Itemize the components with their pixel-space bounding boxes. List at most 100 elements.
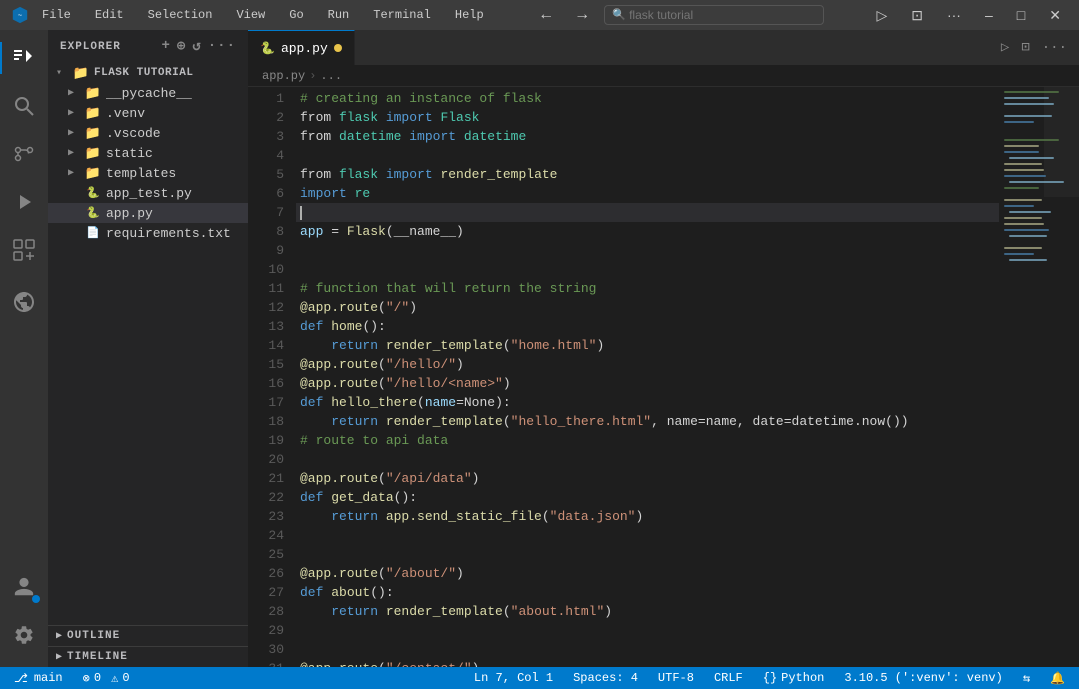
minimize-button[interactable]: – — [977, 5, 1001, 25]
code-line-13[interactable]: def home(): — [296, 317, 999, 336]
code-line-28[interactable]: return render_template("about.html") — [296, 602, 999, 621]
cursor-position[interactable]: Ln 7, Col 1 — [470, 671, 557, 685]
spaces-label: Spaces: 4 — [573, 671, 638, 685]
code-line-26[interactable]: @app.route("/about/") — [296, 564, 999, 583]
indentation[interactable]: Spaces: 4 — [569, 671, 642, 685]
code-line-20[interactable] — [296, 450, 999, 469]
menu-run[interactable]: Run — [324, 6, 354, 24]
line-number-27: 27 — [248, 583, 284, 602]
nav-forward-button[interactable]: → — [568, 4, 596, 26]
templates-chevron: ▶ — [68, 167, 84, 179]
line-ending[interactable]: CRLF — [710, 671, 747, 685]
code-line-17[interactable]: def hello_there(name=None): — [296, 393, 999, 412]
file-app-test[interactable]: ▶ 🐍 app_test.py — [48, 183, 248, 203]
code-line-15[interactable]: @app.route("/hello/") — [296, 355, 999, 374]
line-number-12: 12 — [248, 298, 284, 317]
more-editor-icon[interactable]: ··· — [1038, 38, 1071, 58]
code-line-3[interactable]: from datetime import datetime — [296, 127, 999, 146]
folder-venv[interactable]: ▶ 📁 .venv — [48, 103, 248, 123]
maximize-button[interactable]: □ — [1009, 5, 1033, 25]
tab-app-py[interactable]: 🐍 app.py — [248, 30, 355, 65]
line-number-8: 8 — [248, 222, 284, 241]
breadcrumb-file[interactable]: app.py — [262, 69, 305, 83]
code-line-12[interactable]: @app.route("/") — [296, 298, 999, 317]
file-app-py[interactable]: ▶ 🐍 app.py — [48, 203, 248, 223]
line-number-1: 1 — [248, 89, 284, 108]
code-line-9[interactable] — [296, 241, 999, 260]
menu-terminal[interactable]: Terminal — [369, 6, 435, 24]
line-number-10: 10 — [248, 260, 284, 279]
folder-pycache[interactable]: ▶ 📁 __pycache__ — [48, 83, 248, 103]
activity-explorer-icon[interactable] — [0, 34, 48, 82]
refresh-icon[interactable]: ↺ — [192, 38, 201, 55]
menu-view[interactable]: View — [232, 6, 269, 24]
menu-help[interactable]: Help — [451, 6, 488, 24]
code-line-16[interactable]: @app.route("/hello/<name>") — [296, 374, 999, 393]
activity-run-debug-icon[interactable] — [0, 178, 48, 226]
file-requirements[interactable]: ▶ 📄 requirements.txt — [48, 223, 248, 243]
code-line-6[interactable]: import re — [296, 184, 999, 203]
status-bar-right: Ln 7, Col 1 Spaces: 4 UTF-8 CRLF {} Pyth… — [470, 671, 1069, 686]
activity-account-icon[interactable] — [0, 563, 48, 611]
code-line-24[interactable] — [296, 526, 999, 545]
activity-remote-icon[interactable] — [0, 278, 48, 326]
code-line-11[interactable]: # function that will return the string — [296, 279, 999, 298]
language-mode[interactable]: {} Python — [759, 671, 829, 685]
notifications[interactable]: 🔔 — [1046, 671, 1069, 686]
git-branch[interactable]: ⎇ main — [10, 671, 67, 686]
close-button[interactable]: ✕ — [1041, 5, 1069, 26]
errors-warnings[interactable]: ⊗ 0 ⚠ 0 — [79, 671, 134, 686]
folder-templates[interactable]: ▶ 📁 templates — [48, 163, 248, 183]
menu-edit[interactable]: Edit — [91, 6, 128, 24]
menu-go[interactable]: Go — [285, 6, 307, 24]
code-line-27[interactable]: def about(): — [296, 583, 999, 602]
code-line-31[interactable]: @app.route("/contact/") — [296, 659, 999, 667]
encoding[interactable]: UTF-8 — [654, 671, 698, 685]
outline-section: ▶ OUTLINE — [48, 625, 248, 646]
run-code-icon[interactable]: ▷ — [997, 37, 1013, 58]
activity-extensions-icon[interactable] — [0, 226, 48, 274]
new-folder-icon[interactable]: ⊕ — [177, 38, 186, 55]
folder-static[interactable]: ▶ 📁 static — [48, 143, 248, 163]
menu-selection[interactable]: Selection — [144, 6, 217, 24]
activity-search-icon[interactable] — [0, 82, 48, 130]
timeline-header[interactable]: ▶ TIMELINE — [48, 647, 248, 667]
code-editor[interactable]: 1234567891011121314151617181920212223242… — [248, 87, 1079, 667]
activity-source-control-icon[interactable] — [0, 130, 48, 178]
code-line-2[interactable]: from flask import Flask — [296, 108, 999, 127]
code-line-10[interactable] — [296, 260, 999, 279]
more-button[interactable]: ··· — [939, 5, 969, 25]
code-line-8[interactable]: app = Flask(__name__) — [296, 222, 999, 241]
code-line-25[interactable] — [296, 545, 999, 564]
breadcrumb-location[interactable]: ... — [320, 69, 342, 83]
project-root[interactable]: ▾ 📁 FLASK TUTORIAL — [48, 63, 248, 83]
layout-button[interactable]: ⊡ — [903, 5, 931, 26]
code-line-7[interactable] — [296, 203, 999, 222]
code-line-14[interactable]: return render_template("home.html") — [296, 336, 999, 355]
code-line-23[interactable]: return app.send_static_file("data.json") — [296, 507, 999, 526]
project-icon: 📁 — [72, 65, 90, 81]
more-actions-icon[interactable]: ··· — [208, 38, 236, 55]
code-line-19[interactable]: # route to api data — [296, 431, 999, 450]
live-share[interactable]: ⇆ — [1019, 671, 1034, 686]
code-line-29[interactable] — [296, 621, 999, 640]
code-line-4[interactable] — [296, 146, 999, 165]
run-button[interactable]: ▷ — [868, 5, 895, 26]
python-version[interactable]: 3.10.5 (':venv': venv) — [840, 671, 1006, 685]
outline-header[interactable]: ▶ OUTLINE — [48, 626, 248, 646]
code-line-30[interactable] — [296, 640, 999, 659]
code-line-22[interactable]: def get_data(): — [296, 488, 999, 507]
line-number-29: 29 — [248, 621, 284, 640]
code-line-18[interactable]: return render_template("hello_there.html… — [296, 412, 999, 431]
code-line-5[interactable]: from flask import render_template — [296, 165, 999, 184]
code-content[interactable]: # creating an instance of flaskfrom flas… — [296, 87, 999, 667]
new-file-icon[interactable]: + — [162, 38, 171, 55]
code-line-1[interactable]: # creating an instance of flask — [296, 89, 999, 108]
activity-settings-icon[interactable] — [0, 611, 48, 659]
menu-file[interactable]: File — [38, 6, 75, 24]
split-editor-icon[interactable]: ⊡ — [1017, 37, 1033, 58]
code-line-21[interactable]: @app.route("/api/data") — [296, 469, 999, 488]
search-input[interactable] — [604, 5, 824, 25]
nav-back-button[interactable]: ← — [532, 4, 560, 26]
folder-vscode[interactable]: ▶ 📁 .vscode — [48, 123, 248, 143]
